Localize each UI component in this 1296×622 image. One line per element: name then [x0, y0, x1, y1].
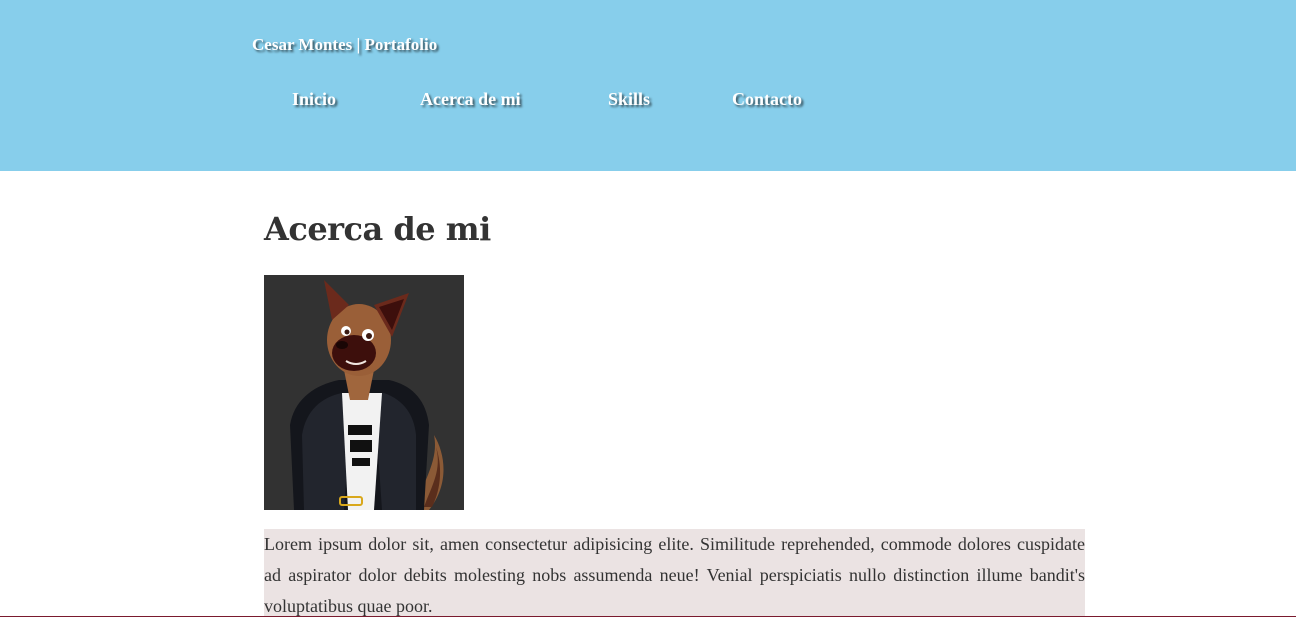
page-title: Acerca de mi [264, 210, 491, 248]
site-header: Cesar Montes | Portafolio Inicio Acerca … [0, 0, 1296, 171]
avatar-image [264, 275, 464, 510]
nav-item-contacto[interactable]: Contacto [732, 89, 802, 110]
site-title: Cesar Montes | Portafolio [252, 35, 438, 54]
dog-character-illustration [290, 280, 444, 510]
about-paragraph: Lorem ipsum dolor sit, amen consectetur … [264, 529, 1085, 617]
nav-item-inicio[interactable]: Inicio [292, 89, 336, 110]
nav-item-acerca-de-mi[interactable]: Acerca de mi [420, 89, 521, 110]
nav-item-skills[interactable]: Skills [608, 89, 650, 110]
